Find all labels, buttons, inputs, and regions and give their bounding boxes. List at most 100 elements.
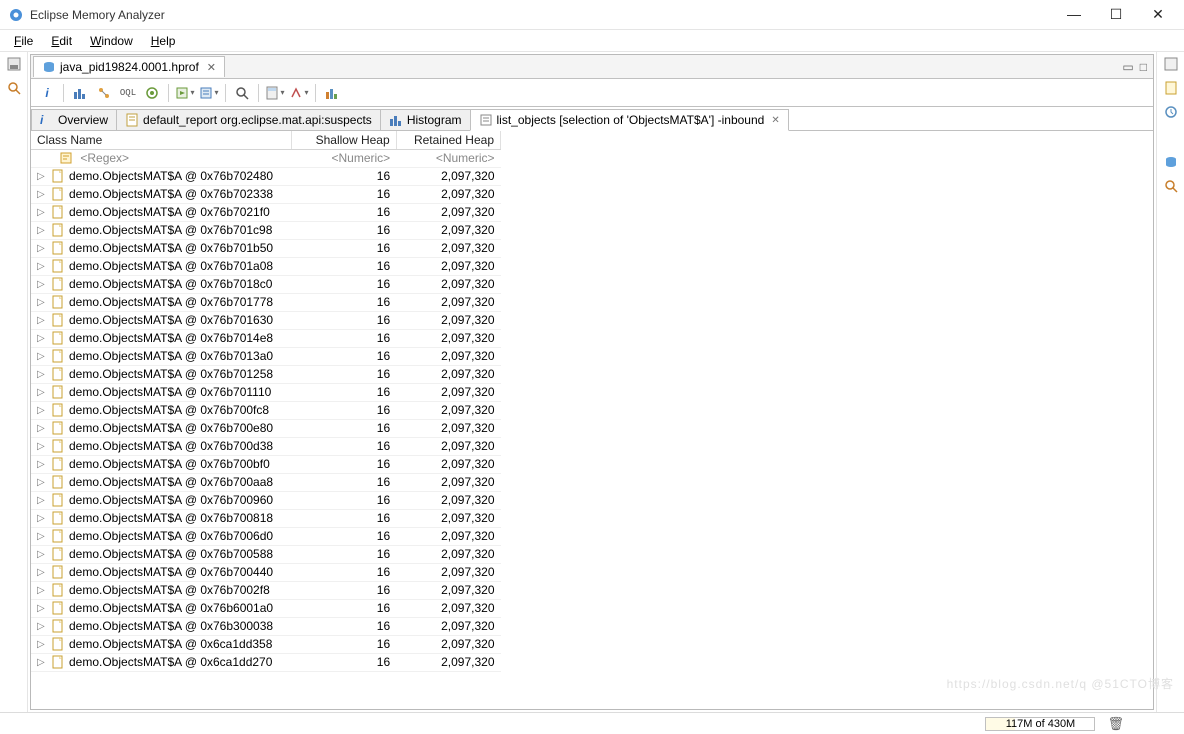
menu-window[interactable]: Window <box>82 32 141 50</box>
maximize-button[interactable]: ☐ <box>1104 6 1128 23</box>
table-row[interactable]: ▷demo.ObjectsMAT$A @ 0x76b7021f0162,097,… <box>31 203 501 221</box>
expand-arrow-icon[interactable]: ▷ <box>37 657 47 668</box>
tree-icon[interactable] <box>94 83 114 103</box>
expand-arrow-icon[interactable]: ▷ <box>37 531 47 542</box>
histogram-icon[interactable] <box>70 83 90 103</box>
expand-arrow-icon[interactable]: ▷ <box>37 549 47 560</box>
col-retained-heap[interactable]: Retained Heap <box>396 131 500 149</box>
table-row[interactable]: ▷demo.ObjectsMAT$A @ 0x76b700440162,097,… <box>31 563 501 581</box>
search-icon[interactable] <box>232 83 252 103</box>
expand-arrow-icon[interactable]: ▷ <box>37 477 47 488</box>
table-row[interactable]: ▷demo.ObjectsMAT$A @ 0x76b700e80162,097,… <box>31 419 501 437</box>
expand-arrow-icon[interactable]: ▷ <box>37 315 47 326</box>
menu-help[interactable]: Help <box>143 32 184 50</box>
expand-arrow-icon[interactable]: ▷ <box>37 639 47 650</box>
table-row[interactable]: ▷demo.ObjectsMAT$A @ 0x76b7002f8162,097,… <box>31 581 501 599</box>
editor-tab-hprof[interactable]: java_pid19824.0001.hprof ✕ <box>33 56 225 77</box>
expand-arrow-icon[interactable]: ▷ <box>37 513 47 524</box>
expand-arrow-icon[interactable]: ▷ <box>37 297 47 308</box>
menu-file[interactable]: File <box>6 32 41 50</box>
expand-arrow-icon[interactable]: ▷ <box>37 459 47 470</box>
expand-arrow-icon[interactable]: ▷ <box>37 261 47 272</box>
close-button[interactable]: ✕ <box>1146 6 1170 23</box>
close-icon[interactable]: ✕ <box>771 115 779 126</box>
col-class-name[interactable]: Class Name <box>31 131 292 149</box>
table-row[interactable]: ▷demo.ObjectsMAT$A @ 0x76b702338162,097,… <box>31 185 501 203</box>
expand-arrow-icon[interactable]: ▷ <box>37 585 47 596</box>
expand-arrow-icon[interactable]: ▷ <box>37 189 47 200</box>
expand-arrow-icon[interactable]: ▷ <box>37 621 47 632</box>
expand-arrow-icon[interactable]: ▷ <box>37 333 47 344</box>
numeric-placeholder[interactable]: <Numeric> <box>292 149 396 167</box>
minimize-button[interactable]: — <box>1062 6 1086 23</box>
table-row[interactable]: ▷demo.ObjectsMAT$A @ 0x76b7018c0162,097,… <box>31 275 501 293</box>
regex-placeholder[interactable]: <Regex> <box>80 151 129 165</box>
minimize-view-icon[interactable]: ▭ <box>1122 60 1133 74</box>
expand-arrow-icon[interactable]: ▷ <box>37 279 47 290</box>
calculator-icon[interactable] <box>265 83 285 103</box>
query-browser-icon[interactable] <box>199 83 219 103</box>
table-row[interactable]: ▷demo.ObjectsMAT$A @ 0x76b700818162,097,… <box>31 509 501 527</box>
expand-arrow-icon[interactable]: ▷ <box>37 369 47 380</box>
memory-usage[interactable]: 117M of 430M <box>985 717 1095 731</box>
table-row[interactable]: ▷demo.ObjectsMAT$A @ 0x76b701c98162,097,… <box>31 221 501 239</box>
expand-arrow-icon[interactable]: ▷ <box>37 207 47 218</box>
expand-arrow-icon[interactable]: ▷ <box>37 603 47 614</box>
tab-default-report[interactable]: default_report org.eclipse.mat.api:suspe… <box>116 109 381 130</box>
table-row[interactable]: ▷demo.ObjectsMAT$A @ 0x76b700960162,097,… <box>31 491 501 509</box>
expand-arrow-icon[interactable]: ▷ <box>37 171 47 182</box>
table-row[interactable]: ▷demo.ObjectsMAT$A @ 0x76b701258162,097,… <box>31 365 501 383</box>
table-row[interactable]: ▷demo.ObjectsMAT$A @ 0x76b7014e8162,097,… <box>31 329 501 347</box>
query-icon[interactable]: OQL <box>118 83 138 103</box>
table-row[interactable]: ▷demo.ObjectsMAT$A @ 0x76b7006d0162,097,… <box>31 527 501 545</box>
table-row[interactable]: ▷demo.ObjectsMAT$A @ 0x76b700fc8162,097,… <box>31 401 501 419</box>
table-row[interactable]: ▷demo.ObjectsMAT$A @ 0x76b6001a0162,097,… <box>31 599 501 617</box>
info-icon[interactable]: i <box>37 83 57 103</box>
compare-icon[interactable] <box>289 83 309 103</box>
tab-list-objects[interactable]: list_objects [selection of 'ObjectsMAT$A… <box>470 109 789 131</box>
expand-arrow-icon[interactable]: ▷ <box>37 567 47 578</box>
table-row[interactable]: ▷demo.ObjectsMAT$A @ 0x6ca1dd270162,097,… <box>31 653 501 671</box>
gc-icon[interactable]: 🗑 <box>1107 716 1124 732</box>
table-row[interactable]: ▷demo.ObjectsMAT$A @ 0x76b700bf0162,097,… <box>31 455 501 473</box>
expand-arrow-icon[interactable]: ▷ <box>37 405 47 416</box>
outline-icon[interactable] <box>1163 56 1179 72</box>
expand-arrow-icon[interactable]: ▷ <box>37 387 47 398</box>
threads-icon[interactable] <box>142 83 162 103</box>
notes-icon[interactable] <box>1163 80 1179 96</box>
filter-row[interactable]: <Regex> <Numeric> <Numeric> <box>31 149 501 167</box>
numeric-placeholder[interactable]: <Numeric> <box>396 149 500 167</box>
close-icon[interactable]: ✕ <box>207 61 216 74</box>
table-row[interactable]: ▷demo.ObjectsMAT$A @ 0x76b701110162,097,… <box>31 383 501 401</box>
table-row[interactable]: ▷demo.ObjectsMAT$A @ 0x76b702480162,097,… <box>31 167 501 185</box>
expand-arrow-icon[interactable]: ▷ <box>37 423 47 434</box>
menu-edit[interactable]: Edit <box>43 32 80 50</box>
object-icon <box>51 403 65 417</box>
expand-arrow-icon[interactable]: ▷ <box>37 441 47 452</box>
table-row[interactable]: ▷demo.ObjectsMAT$A @ 0x76b700d38162,097,… <box>31 437 501 455</box>
expand-arrow-icon[interactable]: ▷ <box>37 351 47 362</box>
navigation-history-icon[interactable] <box>1163 104 1179 120</box>
inspector-icon[interactable] <box>1163 178 1179 194</box>
table-row[interactable]: ▷demo.ObjectsMAT$A @ 0x76b700588162,097,… <box>31 545 501 563</box>
save-icon[interactable] <box>6 56 22 72</box>
table-row[interactable]: ▷demo.ObjectsMAT$A @ 0x76b701b50162,097,… <box>31 239 501 257</box>
inspect-icon[interactable] <box>6 80 22 96</box>
table-row[interactable]: ▷demo.ObjectsMAT$A @ 0x76b701778162,097,… <box>31 293 501 311</box>
tab-overview[interactable]: i Overview <box>31 109 117 130</box>
maximize-view-icon[interactable]: □ <box>1140 60 1147 74</box>
table-row[interactable]: ▷demo.ObjectsMAT$A @ 0x76b700aa8162,097,… <box>31 473 501 491</box>
heap-icon[interactable] <box>1163 154 1179 170</box>
table-row[interactable]: ▷demo.ObjectsMAT$A @ 0x76b300038162,097,… <box>31 617 501 635</box>
table-row[interactable]: ▷demo.ObjectsMAT$A @ 0x76b701a08162,097,… <box>31 257 501 275</box>
table-row[interactable]: ▷demo.ObjectsMAT$A @ 0x76b7013a0162,097,… <box>31 347 501 365</box>
run-expert-icon[interactable] <box>175 83 195 103</box>
tab-histogram[interactable]: Histogram <box>380 109 471 130</box>
expand-arrow-icon[interactable]: ▷ <box>37 243 47 254</box>
table-row[interactable]: ▷demo.ObjectsMAT$A @ 0x6ca1dd358162,097,… <box>31 635 501 653</box>
export-icon[interactable] <box>322 83 342 103</box>
expand-arrow-icon[interactable]: ▷ <box>37 495 47 506</box>
expand-arrow-icon[interactable]: ▷ <box>37 225 47 236</box>
table-row[interactable]: ▷demo.ObjectsMAT$A @ 0x76b701630162,097,… <box>31 311 501 329</box>
col-shallow-heap[interactable]: Shallow Heap <box>292 131 396 149</box>
